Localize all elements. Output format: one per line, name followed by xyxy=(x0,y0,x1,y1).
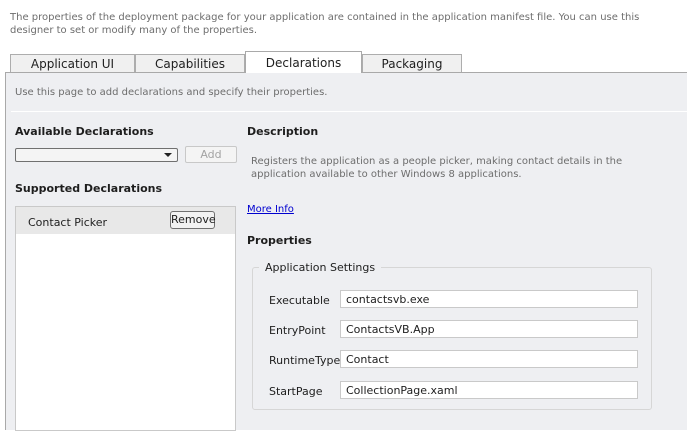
add-button[interactable]: Add xyxy=(185,146,237,163)
chevron-down-icon xyxy=(164,153,172,157)
startpage-field[interactable]: CollectionPage.xaml xyxy=(340,381,638,399)
tab-strip: Application UI Capabilities Declarations… xyxy=(10,51,462,73)
description-text: Registers the application as a people pi… xyxy=(251,156,623,180)
properties-heading: Properties xyxy=(247,234,312,247)
page-hint: Use this page to add declarations and sp… xyxy=(15,87,328,98)
declarations-panel: Use this page to add declarations and sp… xyxy=(5,72,687,431)
executable-field[interactable]: contactsvb.exe xyxy=(340,290,638,308)
list-item[interactable]: Contact Picker Remove xyxy=(16,207,235,234)
manifest-description: The properties of the deployment package… xyxy=(10,12,640,36)
entrypoint-field[interactable]: ContactsVB.App xyxy=(340,320,638,338)
divider xyxy=(11,111,687,112)
group-title: Application Settings xyxy=(259,261,382,274)
more-info-link[interactable]: More Info xyxy=(247,204,294,215)
available-declarations-heading: Available Declarations xyxy=(15,125,154,138)
tab-capabilities[interactable]: Capabilities xyxy=(135,54,245,72)
remove-button[interactable]: Remove xyxy=(170,211,216,229)
tab-packaging[interactable]: Packaging xyxy=(362,54,462,72)
available-declarations-dropdown[interactable] xyxy=(15,148,178,162)
executable-label: Executable xyxy=(269,294,330,307)
tab-declarations[interactable]: Declarations xyxy=(245,51,362,73)
declaration-label: Contact Picker xyxy=(28,216,108,229)
runtimetype-label: RuntimeType xyxy=(269,354,341,367)
application-settings-group: Application Settings Executable contacts… xyxy=(252,261,652,410)
supported-declarations-heading: Supported Declarations xyxy=(15,182,163,195)
startpage-label: StartPage xyxy=(269,385,323,398)
runtimetype-field[interactable]: Contact xyxy=(340,350,638,368)
description-heading: Description xyxy=(247,125,319,138)
supported-declarations-list: Contact Picker Remove xyxy=(15,206,236,431)
entrypoint-label: EntryPoint xyxy=(269,324,326,337)
tab-application-ui[interactable]: Application UI xyxy=(10,54,135,72)
